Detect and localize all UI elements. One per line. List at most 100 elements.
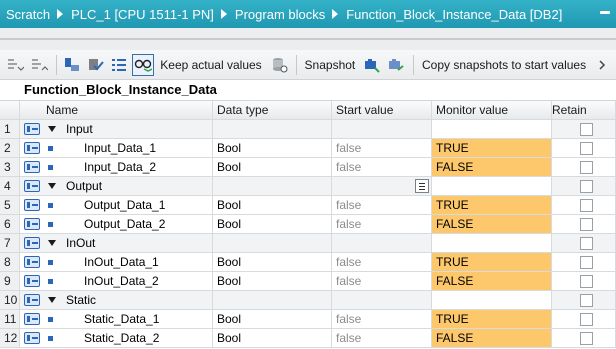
- name-cell[interactable]: Static: [20, 291, 213, 310]
- monitor-glasses-icon[interactable]: [132, 53, 155, 76]
- copy-snapshots-button[interactable]: Copy snapshots to start values: [422, 58, 586, 72]
- list-picker-icon[interactable]: [415, 179, 429, 193]
- monitor-value-cell[interactable]: [432, 291, 552, 310]
- monitor-value-cell[interactable]: TRUE: [432, 310, 552, 329]
- start-value-cell[interactable]: false: [332, 196, 432, 215]
- table-row[interactable]: 6 Output_Data_2 Bool false FALSE: [0, 215, 616, 234]
- table-row[interactable]: 9 InOut_Data_2 Bool false FALSE: [0, 272, 616, 291]
- keep-actual-values-button[interactable]: Keep actual values: [160, 58, 261, 72]
- name-cell[interactable]: Output: [20, 177, 213, 196]
- columns-icon[interactable]: [109, 54, 131, 76]
- name-cell[interactable]: InOut_Data_2: [20, 272, 213, 291]
- breadcrumb-item-project[interactable]: Scratch: [6, 7, 50, 22]
- name-cell[interactable]: Static_Data_2: [20, 329, 213, 348]
- monitor-value-cell[interactable]: [432, 177, 552, 196]
- expand-triangle-icon[interactable]: [48, 297, 56, 303]
- name-cell[interactable]: InOut_Data_1: [20, 253, 213, 272]
- start-value-cell[interactable]: false: [332, 272, 432, 291]
- start-value-cell[interactable]: false: [332, 158, 432, 177]
- toolbar-overflow-icon[interactable]: [592, 54, 614, 76]
- column-header-data-type[interactable]: Data type: [213, 101, 332, 120]
- keep-values-icon[interactable]: [268, 54, 290, 76]
- breadcrumb-item-plc[interactable]: PLC_1 [CPU 1511-1 PN]: [71, 7, 214, 22]
- collapse-all-icon[interactable]: [28, 54, 50, 76]
- retain-checkbox[interactable]: [580, 180, 593, 193]
- data-type-cell[interactable]: Bool: [213, 196, 332, 215]
- data-type-cell[interactable]: Bool: [213, 310, 332, 329]
- column-header-monitor-value[interactable]: Monitor value: [432, 101, 552, 120]
- column-header-name[interactable]: Name: [20, 101, 213, 120]
- table-row-section[interactable]: 4 Output: [0, 177, 616, 196]
- data-type-cell[interactable]: [213, 177, 332, 196]
- data-type-cell[interactable]: Bool: [213, 158, 332, 177]
- start-value-cell[interactable]: false: [332, 253, 432, 272]
- start-value-cell[interactable]: false: [332, 310, 432, 329]
- monitor-value-cell[interactable]: TRUE: [432, 139, 552, 158]
- start-value-cell[interactable]: [332, 234, 432, 253]
- insert-row-icon[interactable]: [61, 54, 83, 76]
- data-type-cell[interactable]: Bool: [213, 329, 332, 348]
- name-cell[interactable]: Input_Data_1: [20, 139, 213, 158]
- table-row-section[interactable]: 10 Static: [0, 291, 616, 310]
- data-type-cell[interactable]: [213, 234, 332, 253]
- retain-checkbox[interactable]: [580, 199, 593, 212]
- retain-checkbox[interactable]: [580, 294, 593, 307]
- start-value-cell[interactable]: [332, 291, 432, 310]
- minimize-icon[interactable]: [600, 11, 610, 14]
- expand-all-icon[interactable]: [4, 54, 26, 76]
- monitor-value-cell[interactable]: [432, 234, 552, 253]
- snapshot-button[interactable]: Snapshot: [305, 58, 356, 72]
- monitor-value-cell[interactable]: TRUE: [432, 196, 552, 215]
- retain-checkbox[interactable]: [580, 161, 593, 174]
- table-row[interactable]: 12 Static_Data_2 Bool false FALSE: [0, 329, 616, 348]
- column-header-retain[interactable]: Retain: [552, 101, 616, 120]
- start-value-cell[interactable]: [332, 120, 432, 139]
- retain-checkbox[interactable]: [580, 142, 593, 155]
- data-type-cell[interactable]: Bool: [213, 215, 332, 234]
- start-value-cell[interactable]: false: [332, 215, 432, 234]
- name-cell[interactable]: InOut: [20, 234, 213, 253]
- monitor-value-cell[interactable]: FALSE: [432, 272, 552, 291]
- snapshot-icon[interactable]: [361, 54, 383, 76]
- retain-checkbox[interactable]: [580, 332, 593, 345]
- table-row[interactable]: 8 InOut_Data_1 Bool false TRUE: [0, 253, 616, 272]
- data-type-cell[interactable]: Bool: [213, 139, 332, 158]
- data-type-cell[interactable]: [213, 291, 332, 310]
- monitor-value-cell[interactable]: TRUE: [432, 253, 552, 272]
- breadcrumb-item-program-blocks[interactable]: Program blocks: [235, 7, 325, 22]
- expand-triangle-icon[interactable]: [48, 240, 56, 246]
- table-row[interactable]: 11 Static_Data_1 Bool false TRUE: [0, 310, 616, 329]
- retain-checkbox[interactable]: [580, 256, 593, 269]
- name-cell[interactable]: Output_Data_2: [20, 215, 213, 234]
- retain-checkbox[interactable]: [580, 275, 593, 288]
- start-value-cell[interactable]: [332, 177, 432, 196]
- name-cell[interactable]: Static_Data_1: [20, 310, 213, 329]
- expand-triangle-icon[interactable]: [48, 183, 56, 189]
- table-row[interactable]: 5 Output_Data_1 Bool false TRUE: [0, 196, 616, 215]
- monitor-value-cell[interactable]: FALSE: [432, 215, 552, 234]
- insert-row-below-icon[interactable]: [85, 54, 107, 76]
- retain-checkbox[interactable]: [580, 123, 593, 136]
- retain-checkbox[interactable]: [580, 237, 593, 250]
- data-type-cell[interactable]: Bool: [213, 272, 332, 291]
- data-type-cell[interactable]: Bool: [213, 253, 332, 272]
- retain-checkbox[interactable]: [580, 313, 593, 326]
- name-cell[interactable]: Input: [20, 120, 213, 139]
- expand-triangle-icon[interactable]: [48, 126, 56, 132]
- monitor-value-cell[interactable]: FALSE: [432, 158, 552, 177]
- column-header-start-value[interactable]: Start value: [332, 101, 432, 120]
- copy-snapshot-icon[interactable]: [385, 54, 407, 76]
- monitor-value-cell[interactable]: FALSE: [432, 329, 552, 348]
- table-row-section[interactable]: 7 InOut: [0, 234, 616, 253]
- breadcrumb-item-db[interactable]: Function_Block_Instance_Data [DB2]: [346, 7, 562, 22]
- table-row[interactable]: 2 Input_Data_1 Bool false TRUE: [0, 139, 616, 158]
- start-value-cell[interactable]: false: [332, 329, 432, 348]
- name-cell[interactable]: Input_Data_2: [20, 158, 213, 177]
- table-row[interactable]: 3 Input_Data_2 Bool false FALSE: [0, 158, 616, 177]
- name-cell[interactable]: Output_Data_1: [20, 196, 213, 215]
- table-row-section[interactable]: 1 Input: [0, 120, 616, 139]
- data-type-cell[interactable]: [213, 120, 332, 139]
- monitor-value-cell[interactable]: [432, 120, 552, 139]
- retain-checkbox[interactable]: [580, 218, 593, 231]
- start-value-cell[interactable]: false: [332, 139, 432, 158]
